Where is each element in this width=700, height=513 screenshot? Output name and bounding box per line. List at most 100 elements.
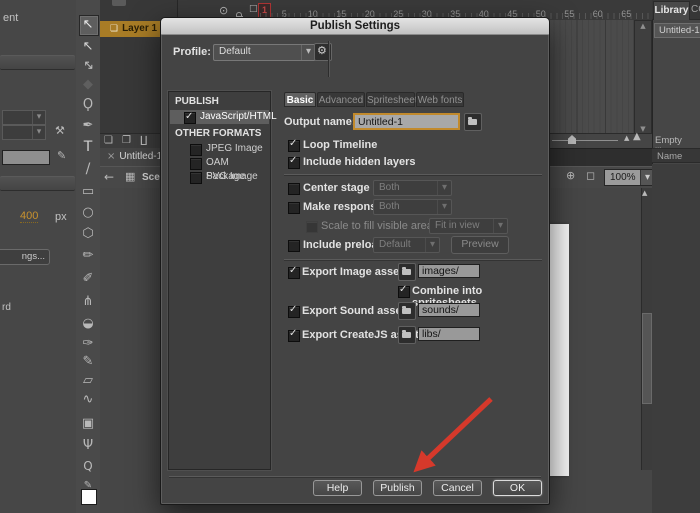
timeline-zoom-slider-track[interactable] bbox=[552, 140, 618, 141]
lasso-tool-icon[interactable]: Ϙ bbox=[76, 95, 100, 115]
ink-bottle-tool-icon[interactable]: ✑ bbox=[76, 334, 100, 354]
scale-fill-dropdown[interactable]: Fit in view ▾ bbox=[429, 218, 508, 234]
outline-layers-icon[interactable]: □ bbox=[249, 4, 258, 14]
publish-settings-button-partial[interactable]: ngs... bbox=[0, 249, 50, 265]
include-preloader-checkbox[interactable] bbox=[288, 240, 300, 252]
brush-tool-icon[interactable]: ✐ bbox=[76, 269, 100, 289]
cancel-button[interactable]: Cancel bbox=[433, 480, 482, 496]
center-stage-value: Both bbox=[379, 181, 400, 195]
jpeg-checkbox[interactable] bbox=[190, 144, 202, 156]
profile-dropdown[interactable]: Default ▾ bbox=[213, 44, 316, 61]
new-layer-icon[interactable]: ❏ bbox=[104, 135, 113, 146]
stage-zoom-dropdown[interactable]: 100% ▾ bbox=[604, 169, 655, 186]
dialog-title[interactable]: Publish Settings bbox=[161, 18, 549, 35]
properties-text-field[interactable] bbox=[2, 150, 50, 165]
polystar-tool-icon[interactable]: ⬡ bbox=[76, 224, 100, 244]
javascript-html-checkbox[interactable] bbox=[184, 112, 196, 124]
hand-tool-icon[interactable]: Ψ bbox=[76, 436, 100, 456]
stage-scrollbar-thumb[interactable] bbox=[642, 313, 652, 404]
include-hidden-layers-checkbox[interactable] bbox=[288, 157, 300, 169]
tab-library[interactable]: Library bbox=[653, 1, 690, 20]
combine-spritesheets-checkbox[interactable] bbox=[398, 286, 410, 298]
oam-checkbox[interactable] bbox=[190, 158, 202, 170]
panel-tab-stub bbox=[112, 0, 126, 6]
fill-color-swatch[interactable] bbox=[81, 489, 97, 505]
properties-dropdown-2[interactable]: ▾ bbox=[2, 125, 46, 140]
preview-button[interactable]: Preview bbox=[451, 236, 509, 254]
width-tool-icon[interactable]: ∿ bbox=[76, 390, 100, 410]
close-tab-icon[interactable]: × bbox=[107, 151, 115, 162]
image-assets-browse-button[interactable] bbox=[398, 263, 416, 281]
tab-cc-libraries-partial[interactable]: CC bbox=[691, 4, 700, 15]
stage-width-value[interactable]: 400 bbox=[20, 210, 38, 223]
timeline-frames-grid[interactable] bbox=[548, 20, 634, 133]
pen-tool-icon[interactable]: ✒ bbox=[76, 116, 100, 136]
preloader-dropdown[interactable]: Default ▾ bbox=[373, 237, 440, 253]
library-document-dropdown[interactable]: Untitled-1 bbox=[654, 23, 700, 38]
gradient-transform-tool-icon[interactable]: ◆ bbox=[76, 75, 100, 95]
delete-layer-trash-icon[interactable]: ∐ bbox=[140, 135, 148, 146]
publish-button[interactable]: Publish bbox=[373, 480, 422, 496]
ok-button[interactable]: OK bbox=[493, 480, 542, 496]
output-name-input[interactable] bbox=[353, 113, 460, 130]
tab-advanced[interactable]: Advanced bbox=[317, 92, 365, 107]
wrench-icon[interactable]: ⚒ bbox=[55, 124, 65, 137]
make-responsive-dropdown[interactable]: Both ▾ bbox=[373, 199, 452, 215]
export-createjs-checkbox[interactable] bbox=[288, 330, 300, 342]
createjs-assets-browse-button[interactable] bbox=[398, 326, 416, 344]
text-tool-icon[interactable]: T bbox=[76, 137, 100, 157]
clip-content-box-icon[interactable]: ◻ bbox=[586, 169, 595, 182]
properties-section-bar[interactable] bbox=[0, 55, 75, 70]
format-oam[interactable]: OAM Package bbox=[170, 156, 269, 170]
tab-web-fonts[interactable]: Web fonts bbox=[416, 92, 464, 107]
properties-dropdown-1[interactable]: ▾ bbox=[2, 110, 46, 125]
image-path-input[interactable] bbox=[418, 264, 480, 278]
bone-tool-icon[interactable]: ⋔ bbox=[76, 292, 100, 312]
stage-canvas[interactable] bbox=[550, 224, 569, 476]
library-name-column-header[interactable]: Name bbox=[652, 148, 700, 163]
paint-bucket-tool-icon[interactable]: ◒ bbox=[76, 314, 100, 334]
frame-size-large-icon[interactable]: ▲ bbox=[633, 131, 641, 142]
eyedropper-tool-icon[interactable]: ✎ bbox=[76, 352, 100, 372]
make-responsive-checkbox[interactable] bbox=[288, 202, 300, 214]
selection-tool-icon[interactable]: ↖ bbox=[76, 15, 100, 35]
pencil-tool-icon[interactable]: ✏ bbox=[76, 246, 100, 266]
scroll-up-icon[interactable]: ▲ bbox=[642, 189, 647, 197]
tab-spritesheet[interactable]: Spritesheet bbox=[366, 92, 415, 107]
timeline-vertical-scrollbar[interactable]: ▲ ▼ bbox=[634, 20, 652, 135]
sound-assets-browse-button[interactable] bbox=[398, 302, 416, 320]
export-image-checkbox[interactable] bbox=[288, 267, 300, 279]
scale-fill-checkbox[interactable] bbox=[306, 221, 318, 233]
center-stage-crosshair-icon[interactable]: ⊕ bbox=[566, 169, 575, 182]
line-tool-icon[interactable]: / bbox=[76, 159, 100, 179]
unit-label: px bbox=[55, 211, 67, 223]
format-svg[interactable]: SVG Image bbox=[170, 170, 269, 184]
chevron-down-icon: ▾ bbox=[32, 111, 45, 124]
back-arrow-icon[interactable]: ← bbox=[104, 170, 114, 184]
rectangle-tool-icon[interactable]: ▭ bbox=[76, 182, 100, 202]
output-browse-button[interactable] bbox=[464, 113, 482, 131]
tab-basic[interactable]: Basic bbox=[284, 92, 316, 107]
loop-timeline-checkbox[interactable] bbox=[288, 140, 300, 152]
format-javascript-html[interactable]: JavaScript/HTML bbox=[170, 110, 269, 124]
export-sound-checkbox[interactable] bbox=[288, 306, 300, 318]
createjs-path-input[interactable] bbox=[418, 327, 480, 341]
properties-section-bar-2[interactable] bbox=[0, 176, 75, 191]
scroll-up-icon[interactable]: ▲ bbox=[635, 22, 651, 30]
format-jpeg[interactable]: JPEG Image bbox=[170, 142, 269, 156]
new-folder-icon[interactable]: ❐ bbox=[122, 135, 131, 146]
sound-path-input[interactable] bbox=[418, 303, 480, 317]
library-item-list[interactable] bbox=[652, 164, 700, 513]
frame-size-small-icon[interactable]: ▲ bbox=[624, 134, 629, 142]
help-button[interactable]: Help bbox=[313, 480, 362, 496]
center-stage-dropdown[interactable]: Both ▾ bbox=[373, 180, 452, 196]
edit-pencil-icon[interactable]: ✎ bbox=[57, 149, 66, 162]
oval-tool-icon[interactable]: ○ bbox=[76, 203, 100, 223]
center-stage-checkbox[interactable] bbox=[288, 183, 300, 195]
profile-options-button[interactable]: ⚙ bbox=[314, 43, 332, 61]
svg-checkbox[interactable] bbox=[190, 172, 202, 184]
zoom-tool-icon[interactable]: Q bbox=[76, 456, 100, 476]
eraser-tool-icon[interactable]: ▱ bbox=[76, 371, 100, 391]
camera-tool-icon[interactable]: ▣ bbox=[76, 414, 100, 434]
show-hide-layers-eye-icon[interactable]: ⊙ bbox=[219, 4, 228, 17]
